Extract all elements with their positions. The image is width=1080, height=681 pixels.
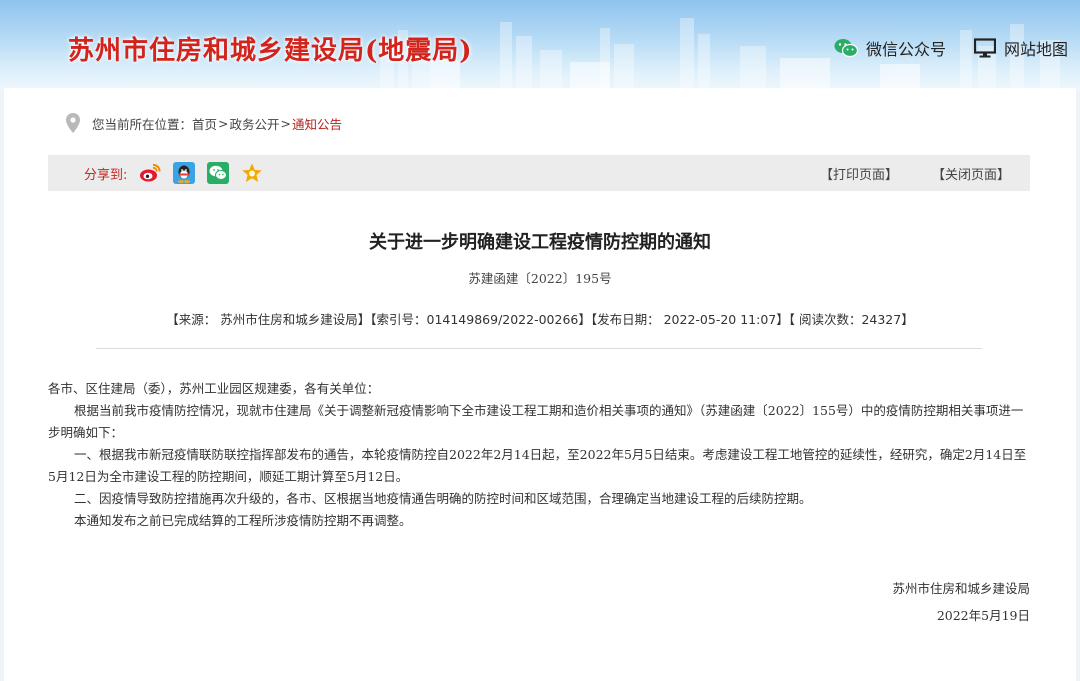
wechat-icon: [834, 38, 858, 58]
close-page-button[interactable]: 【关闭页面】: [932, 164, 1010, 183]
breadcrumb-gov-affairs-link[interactable]: 政务公开: [230, 114, 280, 133]
breadcrumb-separator: >: [218, 115, 229, 131]
favorite-star-icon[interactable]: [241, 162, 263, 184]
content-panel: 您当前所在位置： 首页 > 政务公开 > 通知公告 分享到: 【打印页面】 【关…: [4, 88, 1076, 681]
wechat-link-label: 微信公众号: [865, 40, 946, 59]
wechat-official-account-link[interactable]: 微信公众号: [834, 36, 946, 60]
monitor-icon: [973, 38, 996, 58]
divider: [96, 348, 982, 349]
weibo-icon[interactable]: [139, 162, 161, 184]
location-pin-icon: [66, 113, 80, 133]
sitemap-link-label: 网站地图: [1003, 40, 1068, 59]
body-paragraph: 根据当前我市疫情防控情况，现就市住建局《关于调整新冠疫情影响下全市建设工程工期和…: [48, 403, 1024, 440]
salutation-paragraph: 各市、区住建局（委），苏州工业园区规建委，各有关单位：: [48, 381, 380, 396]
article-body: 各市、区住建局（委），苏州工业园区规建委，各有关单位： 根据当前我市疫情防控情况…: [48, 378, 1032, 532]
signature-organization: 苏州市住房和城乡建设局: [892, 581, 1030, 596]
breadcrumb-notices-link[interactable]: 通知公告: [292, 114, 342, 133]
print-page-button[interactable]: 【打印页面】: [820, 164, 898, 183]
breadcrumb-home-link[interactable]: 首页: [192, 114, 217, 133]
breadcrumb-prefix: 您当前所在位置：: [92, 116, 193, 132]
share-label: 分享到:: [84, 167, 128, 183]
breadcrumb: 您当前所在位置： 首页 > 政务公开 > 通知公告: [66, 112, 342, 134]
sitemap-link[interactable]: 网站地图: [973, 36, 1068, 60]
document-number: 苏建函建〔2022〕195号: [468, 271, 612, 286]
article-meta: 【来源： 苏州市住房和城乡建设局】【索引号：014149869/2022-002…: [166, 312, 914, 327]
signature-date: 2022年5月19日: [936, 608, 1030, 623]
breadcrumb-separator: >: [280, 115, 292, 131]
body-paragraph: 二、因疫情导致防控措施再次升级的，各市、区根据当地疫情通告明确的防控时间和区域范…: [74, 491, 812, 506]
share-bar: 分享到: 【打印页面】 【关闭页面】: [48, 155, 1030, 191]
site-header: 苏州市住房和城乡建设局(地震局) 微信公众号 网站地图: [0, 0, 1080, 90]
qq-icon[interactable]: [173, 162, 196, 184]
wechat-icon[interactable]: [207, 162, 230, 184]
body-paragraph: 本通知发布之前已完成结算的工程所涉疫情防控期不再调整。: [74, 513, 412, 528]
article-title: 关于进一步明确建设工程疫情防控期的通知: [369, 232, 711, 253]
body-paragraph: 一、根据我市新冠疫情联防联控指挥部发布的通告，本轮疫情防控自2022年2月14日…: [48, 447, 1027, 484]
page-actions: 【打印页面】 【关闭页面】: [786, 155, 1010, 191]
site-title: 苏州市住房和城乡建设局(地震局): [68, 36, 473, 66]
header-links: 微信公众号 网站地图: [806, 36, 1068, 60]
